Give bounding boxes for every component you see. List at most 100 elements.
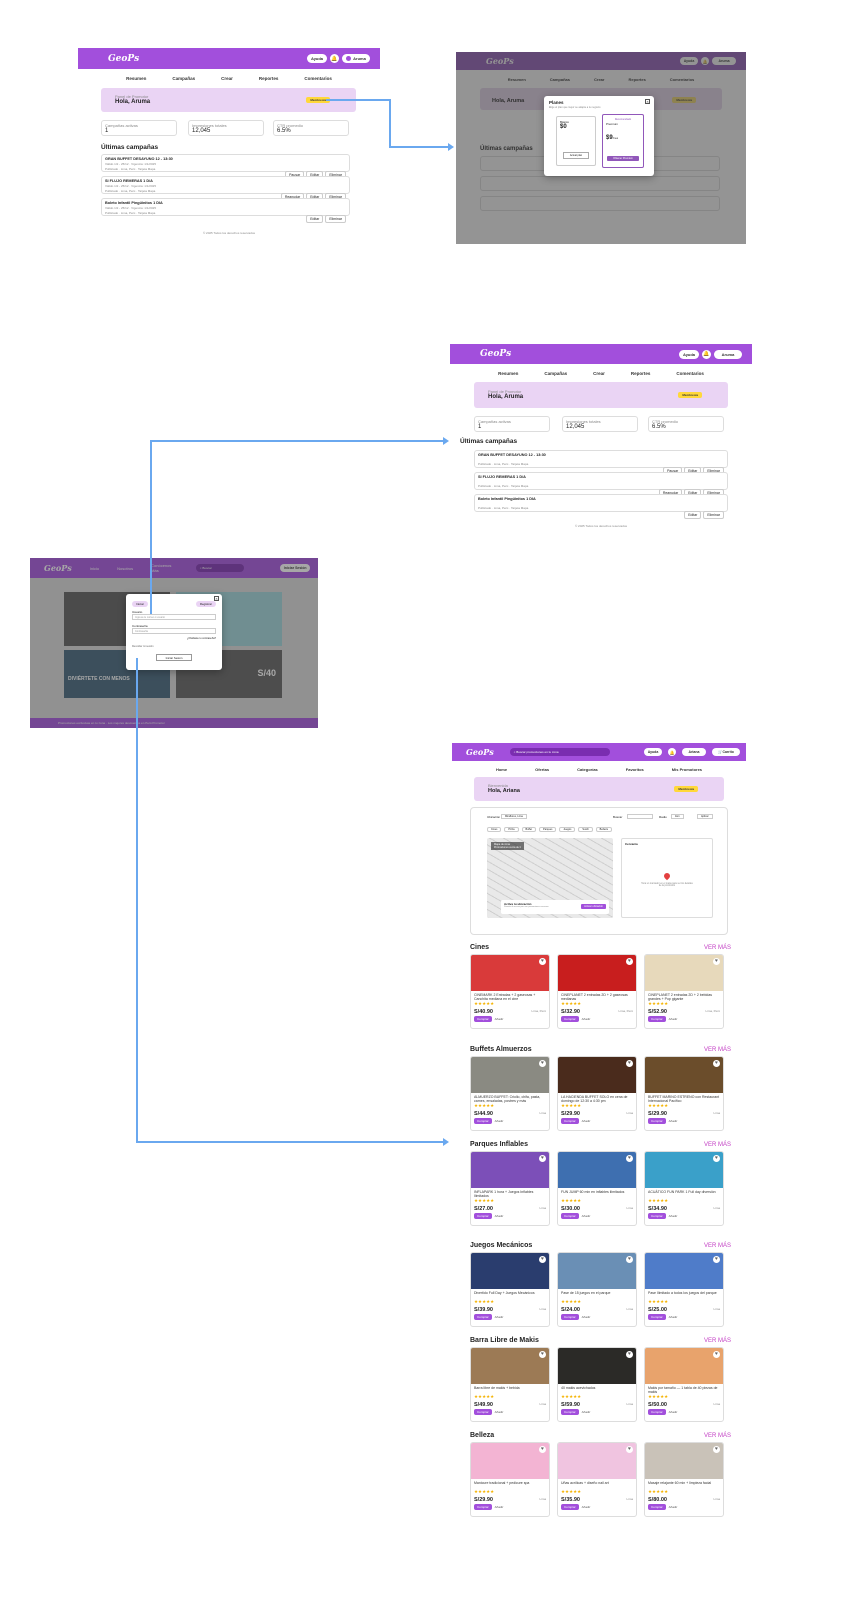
buy-button[interactable]: Comprar <box>474 1118 492 1124</box>
promo-card[interactable]: ♥ INFLAPARK 1 hora + Juegos Inflables Ili… <box>470 1151 550 1226</box>
heart-icon[interactable]: ♥ <box>713 1351 720 1358</box>
add-button[interactable]: Añadir <box>582 1410 591 1414</box>
nav-campanas[interactable]: Campañas <box>544 371 567 376</box>
nav-comentarios[interactable]: Comentarios <box>304 76 332 81</box>
pass-input[interactable]: Contraseña <box>132 628 216 634</box>
ver-mas-link[interactable]: VER MÁS <box>704 1047 731 1053</box>
close-icon[interactable]: × <box>645 99 650 104</box>
buy-button[interactable]: Comprar <box>648 1213 666 1219</box>
add-button[interactable]: Añadir <box>495 1119 504 1123</box>
heart-icon[interactable]: ♥ <box>539 958 546 965</box>
map-view[interactable]: Mapa de zona Promociones cerca de ti Act… <box>487 838 613 918</box>
buy-button[interactable]: Comprar <box>648 1314 666 1320</box>
promo-card[interactable]: ♥ CINEPLANET 2 entradas 2D + 2 bebidas gr… <box>644 954 724 1029</box>
heart-icon[interactable]: ♥ <box>713 958 720 965</box>
nav-comentarios[interactable]: Comentarios <box>676 371 704 376</box>
search-input[interactable]: ⌕ Buscar promociones en tu zona <box>509 748 610 756</box>
promo-card[interactable]: ♥ Makis por tamaño — 1 tabla de 40 piezas… <box>644 1347 724 1422</box>
add-button[interactable]: Añadir <box>495 1410 504 1414</box>
help-button[interactable]: Ayuda <box>307 54 327 63</box>
help-button[interactable]: Ayuda <box>644 748 662 756</box>
add-button[interactable]: Añadir <box>582 1119 591 1123</box>
add-button[interactable]: Añadir <box>495 1017 504 1021</box>
delete-button[interactable]: Eliminar <box>703 511 724 519</box>
nav-reportes[interactable]: Reportes <box>259 76 279 81</box>
help-button[interactable]: Ayuda <box>679 349 699 359</box>
promo-card[interactable]: ♥ Uñas acrílicas + diseño nail art ★★★★★ S/… <box>557 1442 637 1517</box>
nav-campanas[interactable]: Campañas <box>172 76 195 81</box>
buy-button[interactable]: Comprar <box>648 1016 666 1022</box>
buy-button[interactable]: Comprar <box>561 1409 579 1415</box>
close-icon[interactable]: × <box>214 596 219 601</box>
heart-icon[interactable]: ♥ <box>539 1256 546 1263</box>
bell-icon[interactable]: 🔔 <box>668 748 676 756</box>
heart-icon[interactable]: ♥ <box>626 958 633 965</box>
heart-icon[interactable]: ♥ <box>626 1256 633 1263</box>
add-button[interactable]: Añadir <box>669 1119 678 1123</box>
nav-crear[interactable]: Crear <box>593 371 605 376</box>
add-button[interactable]: Añadir <box>582 1214 591 1218</box>
promo-card[interactable]: ♥ CINEPLANET 2 entradas 2D + 2 gaseosas m… <box>557 954 637 1029</box>
ver-mas-link[interactable]: VER MÁS <box>704 1142 731 1148</box>
tab-register[interactable]: Registrar <box>195 601 216 607</box>
buy-button[interactable]: Comprar <box>561 1213 579 1219</box>
promo-card[interactable]: ♥ Divertido Full Day + Juegos Mecánicos ★★… <box>470 1252 550 1327</box>
membership-badge[interactable]: Membresía <box>674 786 698 792</box>
promo-card[interactable]: ♥ ACUÁTICO FUN PARK 1 Full day diversión ★… <box>644 1151 724 1226</box>
buy-button[interactable]: Comprar <box>648 1504 666 1510</box>
activate-location-button[interactable]: Activar ubicación <box>581 904 606 909</box>
edit-button[interactable]: Editar <box>306 215 324 223</box>
chip[interactable]: Sushi <box>578 827 593 832</box>
promo-card[interactable]: ♥ BUFFET MARINO ESTRENO con Restaurant In… <box>644 1056 724 1131</box>
logo[interactable]: GeoPs <box>466 747 494 757</box>
heart-icon[interactable]: ♥ <box>539 1446 546 1453</box>
chip[interactable]: Pizza <box>504 827 519 832</box>
heart-icon[interactable]: ♥ <box>539 1351 546 1358</box>
buy-button[interactable]: Comprar <box>474 1213 492 1219</box>
user-menu[interactable]: Aruma <box>342 54 370 63</box>
submit-button[interactable]: Iniciar Sesión <box>156 654 192 661</box>
promo-card[interactable]: ♥ Masaje relajante 60 min + limpieza faci… <box>644 1442 724 1517</box>
nav-favoritos[interactable]: Favoritos <box>626 767 644 772</box>
filter-search-input[interactable] <box>627 814 653 819</box>
logo[interactable]: GeoPs <box>108 54 139 64</box>
user-menu[interactable]: Ariana <box>682 748 706 756</box>
forgot-link[interactable]: ¿Olvidaste tu contraseña? <box>187 637 216 640</box>
buy-button[interactable]: Comprar <box>474 1504 492 1510</box>
logo[interactable]: GeoPs <box>480 349 511 359</box>
buy-button[interactable]: Comprar <box>561 1504 579 1510</box>
nav-reportes[interactable]: Reportes <box>631 371 651 376</box>
apply-button[interactable]: Aplicar <box>697 814 713 819</box>
heart-icon[interactable]: ♥ <box>626 1351 633 1358</box>
heart-icon[interactable]: ♥ <box>626 1060 633 1067</box>
add-button[interactable]: Añadir <box>669 1505 678 1509</box>
delete-button[interactable]: Eliminar <box>325 215 346 223</box>
get-premium-button[interactable]: Obtener Premium <box>607 156 639 161</box>
chip[interactable]: Buffet <box>521 827 537 832</box>
promo-card[interactable]: ♥ ALMUERZO BUFFET: Criollo, chifa, pasta,… <box>470 1056 550 1131</box>
add-button[interactable]: Añadir <box>669 1315 678 1319</box>
tab-login[interactable]: Iniciar <box>132 601 149 607</box>
promo-card[interactable]: ♥ Pase de 15 juegos en el parque ★★★★★ S/24… <box>557 1252 637 1327</box>
add-button[interactable]: Añadir <box>669 1410 678 1414</box>
heart-icon[interactable]: ♥ <box>713 1256 720 1263</box>
add-button[interactable]: Añadir <box>495 1505 504 1509</box>
bell-icon[interactable]: 🔔 <box>702 349 711 359</box>
ver-mas-link[interactable]: VER MÁS <box>704 945 731 951</box>
buy-button[interactable]: Comprar <box>474 1314 492 1320</box>
promo-card[interactable]: ♥ Barra libre de makis + bebida ★★★★★ S/49.… <box>470 1347 550 1422</box>
ver-mas-link[interactable]: VER MÁS <box>704 1338 731 1344</box>
radius-select[interactable]: 1km <box>671 814 684 819</box>
heart-icon[interactable]: ♥ <box>713 1446 720 1453</box>
chip[interactable]: Cines <box>487 827 502 832</box>
chip[interactable]: Juegos <box>559 827 576 832</box>
buy-button[interactable]: Comprar <box>474 1016 492 1022</box>
nav-resumen[interactable]: Resumen <box>126 76 146 81</box>
heart-icon[interactable]: ♥ <box>626 1155 633 1162</box>
nav-home[interactable]: Home <box>496 767 507 772</box>
location-select[interactable]: Miraflores, Lima <box>501 814 527 819</box>
ver-mas-link[interactable]: VER MÁS <box>704 1433 731 1439</box>
promo-card[interactable]: ♥ CINEMARK 2 Entradas + 2 gaseosas + Canc… <box>470 954 550 1029</box>
add-button[interactable]: Añadir <box>669 1017 678 1021</box>
nav-crear[interactable]: Crear <box>221 76 233 81</box>
